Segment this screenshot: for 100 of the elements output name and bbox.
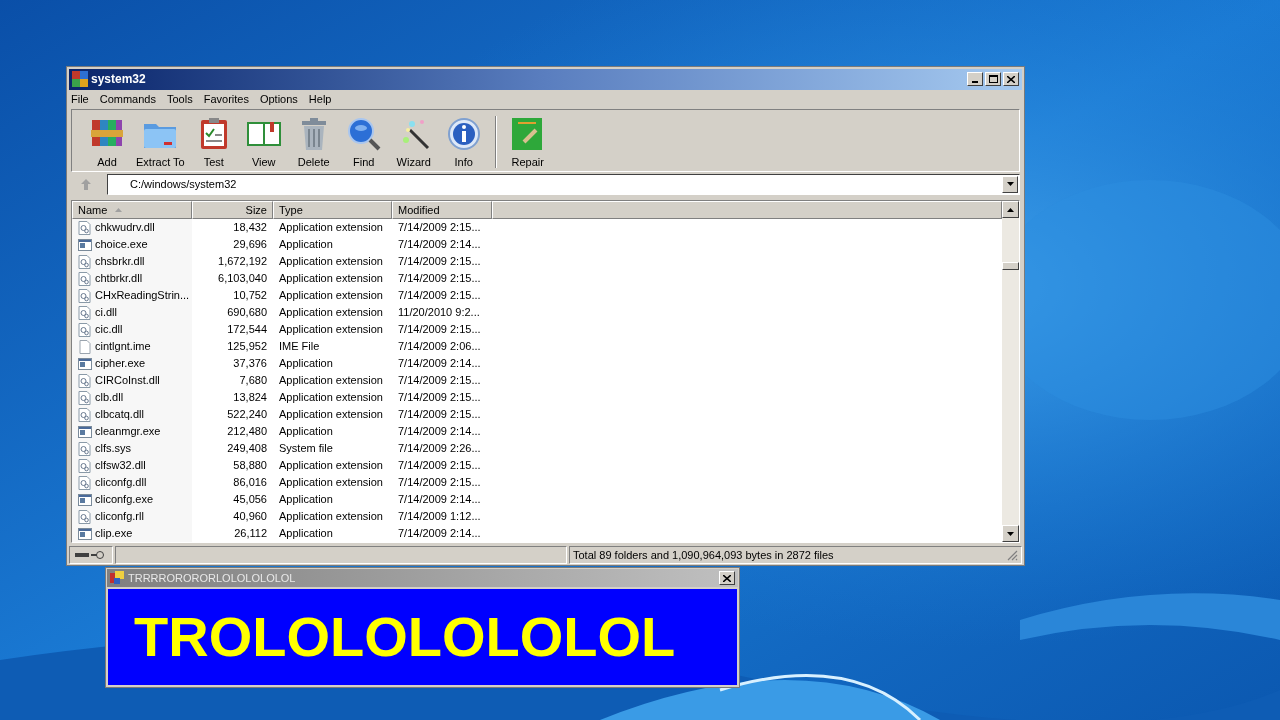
close-button[interactable] <box>1003 72 1019 87</box>
date-cell-text: 7/14/2009 2:14... <box>397 526 482 542</box>
menu-item[interactable]: Tools <box>167 93 193 105</box>
file-name-cell[interactable]: chtbrkr.dll <box>72 270 192 288</box>
toolbar-button[interactable]: Delete <box>288 115 339 168</box>
window-file-icon <box>78 237 92 252</box>
size-cell-text: 212,480 <box>226 424 268 440</box>
file-name-cell[interactable]: cipher.exe <box>72 355 192 373</box>
file-name-cell[interactable]: cliconfg.dll <box>72 474 192 492</box>
close-icon <box>723 574 731 582</box>
caret-icon <box>1006 182 1014 187</box>
date-cell-text: 11/20/2010 9:2... <box>397 305 481 321</box>
gear-file-icon <box>78 373 92 388</box>
toolbar-button[interactable]: Repair <box>502 115 553 168</box>
toolbar-button[interactable]: Wizard <box>388 115 439 168</box>
type-cell-text: Application extension <box>278 322 384 338</box>
size-cell-text: 1,672,192 <box>217 254 268 270</box>
address-field[interactable]: C:/windows/system32 <box>107 173 1020 195</box>
toolbar-button[interactable]: Extract To <box>132 115 189 168</box>
type-cell-text: Application extension <box>278 509 384 525</box>
gear-file-icon <box>78 475 92 490</box>
size-cell-text: 40,960 <box>232 509 268 525</box>
size-cell-text: 7,680 <box>238 373 268 389</box>
column-header[interactable]: Size <box>192 201 273 220</box>
menu-item[interactable]: File <box>71 93 89 105</box>
toolbar-button[interactable]: View <box>238 115 289 168</box>
column-header[interactable]: Type <box>273 201 392 220</box>
date-cell-text: 7/14/2009 2:15... <box>397 475 482 491</box>
close-button[interactable] <box>719 571 735 585</box>
scroll-down-button[interactable] <box>1002 525 1019 543</box>
type-cell-text: System file <box>278 441 334 457</box>
info-icon <box>445 115 482 152</box>
date-cell-text: 7/14/2009 2:15... <box>397 220 482 236</box>
file-name-cell[interactable]: CHxReadingStrin... <box>72 287 192 305</box>
size-cell-text: 13,824 <box>232 390 268 406</box>
gear-file-icon <box>78 458 92 473</box>
file-name-cell[interactable]: chsbrkr.dll <box>72 253 192 271</box>
type-cell-text: Application extension <box>278 271 384 287</box>
column-header[interactable]: Modified <box>392 201 492 220</box>
type-cell-text: Application extension <box>278 305 384 321</box>
date-cell-text: 7/14/2009 2:06... <box>397 339 482 355</box>
size-cell-text: 690,680 <box>226 305 268 321</box>
size-cell-text: 6,103,040 <box>217 271 268 287</box>
scrollbar[interactable] <box>1002 201 1019 543</box>
close-icon <box>1007 75 1015 83</box>
drive-key-icon <box>75 551 107 560</box>
file-name-cell[interactable]: cliconfg.rll <box>72 508 192 526</box>
column-header[interactable]: Name <box>72 201 192 220</box>
scroll-up-button[interactable] <box>1002 201 1019 219</box>
scroll-thumb[interactable] <box>1002 262 1019 271</box>
menu-item[interactable]: Options <box>259 93 298 105</box>
file-name-cell[interactable]: cintlgnt.ime <box>72 338 192 356</box>
resize-grip-icon[interactable] <box>1006 549 1018 562</box>
date-cell-text: 7/14/2009 2:15... <box>397 390 482 406</box>
toolbar-button[interactable]: Test <box>188 115 239 168</box>
file-name-cell[interactable]: chkwudrv.dll <box>72 219 192 237</box>
type-cell-text: Application <box>278 526 334 542</box>
minimize-button[interactable] <box>967 72 983 87</box>
app-icon <box>72 71 88 88</box>
file-name-cell[interactable]: choice.exe <box>72 236 192 254</box>
size-cell-text: 29,696 <box>232 237 268 253</box>
dropdown-button[interactable] <box>1002 175 1018 193</box>
toolbar-button[interactable]: Info <box>438 115 489 168</box>
date-cell-text: 7/14/2009 2:15... <box>397 288 482 304</box>
type-cell-text: Application extension <box>278 458 384 474</box>
date-cell-text: 7/14/2009 2:14... <box>397 237 482 253</box>
gear-file-icon <box>78 305 92 320</box>
file-name-cell[interactable]: clfs.sys <box>72 440 192 458</box>
size-cell-text: 522,240 <box>226 407 268 423</box>
file-name-cell[interactable]: ci.dll <box>72 304 192 322</box>
file-name-cell[interactable]: CIRCoInst.dll <box>72 372 192 390</box>
menu-item[interactable]: Favorites <box>203 93 249 105</box>
file-name-cell[interactable]: clb.dll <box>72 389 192 407</box>
size-cell-text: 58,880 <box>232 458 268 474</box>
file-name-cell[interactable]: clfsw32.dll <box>72 457 192 475</box>
file-name-cell[interactable]: clip.exe <box>72 525 192 543</box>
toolbar-button[interactable]: Find <box>338 115 389 168</box>
menu-item[interactable]: Commands <box>99 93 156 105</box>
date-cell-text: 7/14/2009 1:12... <box>397 509 482 525</box>
type-cell-text: Application extension <box>278 254 384 270</box>
file-name-cell[interactable]: cleanmgr.exe <box>72 423 192 441</box>
file-name-cell[interactable]: clbcatq.dll <box>72 406 192 424</box>
size-cell-text: 172,544 <box>226 322 268 338</box>
file-name-cell[interactable]: cic.dll <box>72 321 192 339</box>
menu-item[interactable]: Help <box>308 93 332 105</box>
toolbar-button[interactable]: Add <box>82 115 132 168</box>
up-arrow-icon <box>81 178 91 190</box>
date-cell-text: 7/14/2009 2:15... <box>397 254 482 270</box>
gear-file-icon <box>78 390 92 405</box>
status-text: Total 89 folders and 1,090,964,093 bytes in 2872 files <box>573 547 834 563</box>
window-title: system32 <box>91 71 146 89</box>
size-cell-text: 86,016 <box>232 475 268 491</box>
gear-file-icon <box>78 322 92 337</box>
file-name-cell[interactable]: cliconfg.exe <box>72 491 192 509</box>
size-cell-text: 45,056 <box>232 492 268 508</box>
type-cell-text: Application <box>278 424 334 440</box>
date-cell-text: 7/14/2009 2:15... <box>397 407 482 423</box>
minimize-icon <box>972 81 978 84</box>
maximize-button[interactable] <box>985 72 1001 87</box>
type-cell-text: Application extension <box>278 288 384 304</box>
